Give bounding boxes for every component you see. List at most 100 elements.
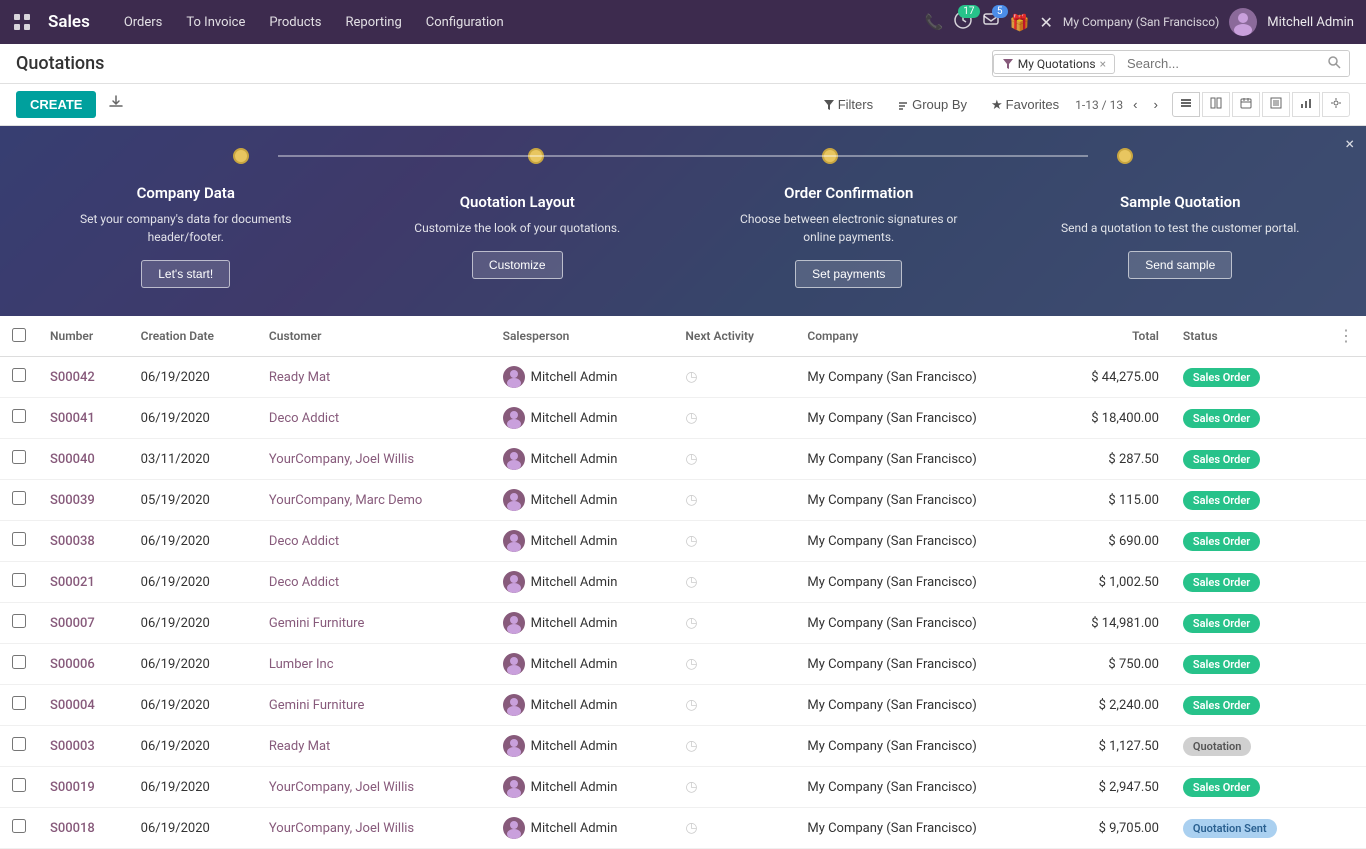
step-4-description: Send a quotation to test the customer po… [1060, 219, 1300, 237]
row-customer[interactable]: Gemini Furniture [257, 603, 491, 644]
row-checkbox-cell [0, 767, 38, 808]
kanban-view-button[interactable] [1202, 92, 1230, 117]
favorites-label: Favorites [1006, 97, 1059, 112]
col-next-activity: Next Activity [673, 316, 795, 357]
nav-products[interactable]: Products [259, 11, 331, 34]
search-input[interactable] [1119, 52, 1319, 75]
next-page-button[interactable]: › [1148, 95, 1164, 114]
row-customer[interactable]: Deco Addict [257, 562, 491, 603]
settings-view-button[interactable] [1322, 92, 1350, 117]
salesperson-avatar [503, 448, 525, 470]
graph-icon [1300, 97, 1312, 109]
step-4-button[interactable]: Send sample [1128, 251, 1232, 279]
nav-to-invoice[interactable]: To Invoice [176, 11, 255, 34]
row-salesperson: Mitchell Admin [491, 767, 674, 808]
table-row: S00039 05/19/2020 YourCompany, Marc Demo… [0, 480, 1366, 521]
row-checkbox[interactable] [12, 778, 26, 792]
row-checkbox[interactable] [12, 491, 26, 505]
export-button[interactable] [104, 90, 128, 119]
row-customer[interactable]: Gemini Furniture [257, 685, 491, 726]
activity-clock-icon: ◷ [685, 656, 697, 672]
row-status: Sales Order [1171, 480, 1326, 521]
select-all-checkbox[interactable] [12, 328, 26, 342]
create-button[interactable]: CREATE [16, 91, 96, 118]
row-number[interactable]: S00041 [38, 398, 129, 439]
row-customer[interactable]: Deco Addict [257, 521, 491, 562]
nav-configuration[interactable]: Configuration [416, 11, 514, 34]
apps-menu[interactable] [12, 12, 32, 32]
row-date: 06/19/2020 [129, 685, 257, 726]
row-customer[interactable]: YourCompany, Joel Willis [257, 808, 491, 849]
row-status: Sales Order [1171, 603, 1326, 644]
settings-icon [1330, 97, 1342, 109]
row-number[interactable]: S00006 [38, 644, 129, 685]
table-row: S00006 06/19/2020 Lumber Inc Mitchell Ad… [0, 644, 1366, 685]
row-checkbox[interactable] [12, 532, 26, 546]
row-checkbox[interactable] [12, 573, 26, 587]
step-3-button[interactable]: Set payments [795, 260, 902, 288]
row-checkbox[interactable] [12, 819, 26, 833]
salesperson-name: Mitchell Admin [531, 780, 618, 795]
row-checkbox[interactable] [12, 368, 26, 382]
row-customer[interactable]: Deco Addict [257, 398, 491, 439]
step-1-button[interactable]: Let's start! [141, 260, 230, 288]
column-settings-button[interactable]: ⋮ [1338, 326, 1354, 346]
row-checkbox[interactable] [12, 409, 26, 423]
favorites-button[interactable]: ★ Favorites [983, 93, 1067, 117]
calendar-view-button[interactable] [1232, 92, 1260, 117]
graph-view-button[interactable] [1292, 92, 1320, 117]
row-customer[interactable]: YourCompany, Joel Willis [257, 439, 491, 480]
salesperson-avatar [503, 817, 525, 839]
row-number[interactable]: S00019 [38, 767, 129, 808]
row-number[interactable]: S00038 [38, 521, 129, 562]
search-filter-tag[interactable]: My Quotations × [993, 54, 1115, 74]
row-customer[interactable]: YourCompany, Joel Willis [257, 767, 491, 808]
step-2-button[interactable]: Customize [472, 251, 563, 279]
row-number[interactable]: S00021 [38, 562, 129, 603]
row-company: My Company (San Francisco) [795, 398, 1050, 439]
close-icon[interactable]: ✕ [1039, 13, 1052, 32]
row-activity: ◷ [673, 439, 795, 480]
filters-button[interactable]: Filters [815, 93, 881, 116]
list-view-button[interactable] [1172, 92, 1200, 117]
row-customer[interactable]: Ready Mat [257, 726, 491, 767]
col-creation-date: Creation Date [129, 316, 257, 357]
gift-icon[interactable]: 🎁 [1010, 13, 1030, 32]
remove-filter-button[interactable]: × [1100, 57, 1106, 71]
row-status: Sales Order [1171, 644, 1326, 685]
message-icon[interactable]: 5 [982, 11, 1000, 33]
row-number[interactable]: S00018 [38, 808, 129, 849]
avatar[interactable] [1229, 8, 1257, 36]
row-checkbox[interactable] [12, 696, 26, 710]
row-status: Sales Order [1171, 357, 1326, 398]
activity-icon[interactable]: 17 [954, 11, 972, 33]
activity-view-button[interactable] [1262, 92, 1290, 117]
nav-orders[interactable]: Orders [114, 11, 173, 34]
banner-step-3: Order Confirmation Choose between electr… [729, 184, 969, 288]
row-number[interactable]: S00042 [38, 357, 129, 398]
group-by-button[interactable]: Group By [889, 93, 975, 116]
row-number[interactable]: S00004 [38, 685, 129, 726]
phone-icon[interactable]: 📞 [925, 13, 944, 31]
row-checkbox[interactable] [12, 614, 26, 628]
row-customer[interactable]: Lumber Inc [257, 644, 491, 685]
nav-reporting[interactable]: Reporting [336, 11, 412, 34]
search-submit-button[interactable] [1319, 51, 1349, 76]
row-checkbox[interactable] [12, 655, 26, 669]
row-checkbox[interactable] [12, 450, 26, 464]
nav-links: Orders To Invoice Products Reporting Con… [114, 11, 917, 34]
row-customer[interactable]: YourCompany, Marc Demo [257, 480, 491, 521]
row-customer[interactable]: Ready Mat [257, 357, 491, 398]
row-number[interactable]: S00007 [38, 603, 129, 644]
row-total: $ 14,981.00 [1050, 603, 1171, 644]
activity-clock-icon: ◷ [685, 615, 697, 631]
status-badge: Quotation [1183, 737, 1251, 756]
row-total: $ 1,002.50 [1050, 562, 1171, 603]
prev-page-button[interactable]: ‹ [1127, 95, 1143, 114]
row-number[interactable]: S00040 [38, 439, 129, 480]
row-date: 06/19/2020 [129, 603, 257, 644]
row-number[interactable]: S00003 [38, 726, 129, 767]
row-checkbox[interactable] [12, 737, 26, 751]
row-number[interactable]: S00039 [38, 480, 129, 521]
pagination-text: 1-13 / 13 [1075, 98, 1123, 112]
